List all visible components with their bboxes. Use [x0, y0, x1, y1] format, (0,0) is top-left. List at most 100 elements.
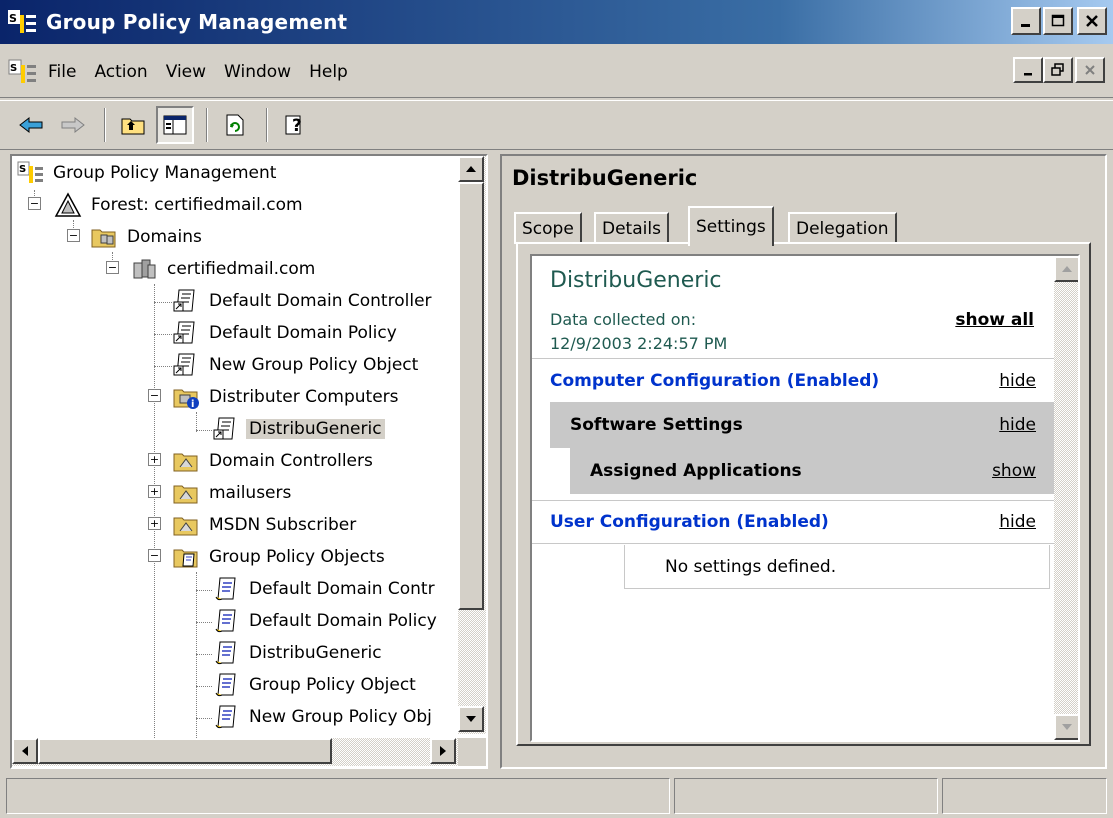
- toolbar-separator: [266, 108, 268, 142]
- tree-item-ou-distributer[interactable]: i Distributer Computers: [172, 382, 402, 412]
- software-settings-hide-link[interactable]: hide: [999, 415, 1036, 435]
- tree-item-gpo[interactable]: DistribuGeneric: [212, 638, 385, 668]
- tree-item-root[interactable]: S Group Policy Management: [16, 158, 279, 188]
- collapse-toggle[interactable]: −: [148, 389, 161, 402]
- tab-details[interactable]: Details: [594, 212, 669, 244]
- back-button[interactable]: [12, 106, 50, 144]
- tree-item-ou[interactable]: MSDN Subscriber: [172, 510, 359, 540]
- settings-report: DistribuGeneric Data collected on: 12/9/…: [530, 254, 1080, 742]
- status-panel-secondary: [674, 778, 938, 814]
- expand-toggle[interactable]: +: [148, 517, 161, 530]
- software-settings-section: Software Settings hide: [550, 402, 1054, 448]
- scroll-down-button[interactable]: [458, 706, 484, 732]
- tree-item-selected-gpo-link[interactable]: DistribuGeneric: [212, 414, 385, 444]
- gpo-link-icon: [173, 321, 195, 344]
- expand-toggle[interactable]: +: [148, 485, 161, 498]
- computer-config-hide-link[interactable]: hide: [999, 371, 1036, 391]
- scroll-up-button[interactable]: [458, 156, 484, 182]
- tree-label: Group Policy Management: [53, 163, 277, 183]
- scroll-up-button[interactable]: [1054, 256, 1078, 282]
- domain-icon: [133, 259, 156, 279]
- child-restore-button[interactable]: [1043, 57, 1073, 83]
- menu-window[interactable]: Window: [224, 62, 291, 82]
- group-policy-management-icon: S: [17, 161, 43, 183]
- tree-vertical-scrollbar[interactable]: [458, 156, 486, 734]
- scroll-right-button[interactable]: [430, 738, 456, 764]
- title-bar[interactable]: S Group Policy Management: [0, 0, 1113, 44]
- tree-label: certifiedmail.com: [167, 259, 316, 279]
- menu-view[interactable]: View: [166, 62, 206, 82]
- arrow-down-icon: [1062, 724, 1072, 730]
- menu-help[interactable]: Help: [309, 62, 348, 82]
- collapse-toggle[interactable]: −: [148, 549, 161, 562]
- menu-action[interactable]: Action: [94, 62, 147, 82]
- collapse-toggle[interactable]: −: [28, 197, 41, 210]
- tree-item-ou[interactable]: mailusers: [172, 478, 294, 508]
- domains-folder-icon: [91, 229, 116, 248]
- collapse-toggle[interactable]: −: [106, 261, 119, 274]
- tree-horizontal-scrollbar[interactable]: [12, 738, 458, 766]
- user-config-hide-link[interactable]: hide: [999, 512, 1036, 532]
- group-policy-app-icon: S: [8, 10, 36, 33]
- child-close-button[interactable]: [1075, 57, 1105, 83]
- computer-config-header: Computer Configuration (Enabled): [550, 370, 880, 391]
- scroll-thumb[interactable]: [458, 182, 484, 610]
- minimize-icon: [1021, 24, 1030, 27]
- refresh-button[interactable]: [216, 106, 254, 144]
- collapse-toggle[interactable]: −: [67, 229, 80, 242]
- menu-file[interactable]: File: [48, 62, 76, 82]
- tree-item-gpo-link[interactable]: Default Domain Controller: [172, 286, 435, 316]
- help-button[interactable]: ?: [276, 106, 314, 144]
- show-hide-tree-button[interactable]: [156, 106, 194, 144]
- tree-item-gpo-link[interactable]: Default Domain Policy: [172, 318, 400, 348]
- tree-item-gpo[interactable]: Group Policy Object: [212, 670, 419, 700]
- tree-item-forest[interactable]: Forest: certifiedmail.com: [54, 190, 306, 220]
- assigned-apps-header: Assigned Applications: [590, 461, 802, 481]
- expand-toggle[interactable]: +: [148, 453, 161, 466]
- tree-item-gpo-container[interactable]: Group Policy Objects: [172, 542, 388, 572]
- ou-folder-icon: [173, 453, 198, 472]
- tab-scope[interactable]: Scope: [514, 212, 582, 244]
- scroll-thumb[interactable]: [38, 738, 332, 764]
- status-panel-tertiary: [942, 778, 1107, 814]
- tree-item-gpo-link[interactable]: New Group Policy Object: [172, 350, 421, 380]
- assigned-apps-show-link[interactable]: show: [992, 461, 1036, 481]
- tab-strip: Scope Details Settings Delegation: [514, 206, 1104, 246]
- close-icon: [1085, 65, 1095, 75]
- scroll-down-button[interactable]: [1054, 714, 1078, 740]
- help-icon: ?: [285, 115, 302, 136]
- gpo-scroll-icon: [215, 641, 236, 665]
- gpo-title: DistribuGeneric: [512, 166, 698, 190]
- tree-item-ou[interactable]: Domain Controllers: [172, 446, 376, 476]
- tab-delegation[interactable]: Delegation: [788, 212, 897, 244]
- tree-item-gpo[interactable]: Default Domain Policy: [212, 606, 440, 636]
- assigned-apps-section: Assigned Applications show: [570, 448, 1054, 494]
- forward-button[interactable]: [54, 106, 92, 144]
- ou-folder-icon: [173, 517, 198, 536]
- user-config-section: User Configuration (Enabled) hide: [532, 500, 1054, 544]
- child-minimize-button[interactable]: [1013, 57, 1043, 83]
- forward-icon: [61, 116, 85, 134]
- gpo-scroll-icon: [215, 609, 236, 633]
- report-vertical-scrollbar[interactable]: [1054, 256, 1078, 740]
- computer-config-section: Computer Configuration (Enabled) hide: [532, 358, 1054, 402]
- minimize-button[interactable]: [1011, 7, 1041, 35]
- tab-settings[interactable]: Settings: [688, 206, 774, 246]
- console-doc-icon[interactable]: S: [8, 57, 38, 87]
- scroll-left-button[interactable]: [12, 738, 38, 764]
- tree-item-gpo[interactable]: New Group Policy Obj: [212, 702, 435, 732]
- console-tree[interactable]: S Group Policy Management − Forest: cert…: [10, 154, 488, 769]
- tree-label: Default Domain Contr: [249, 579, 435, 599]
- gpo-container-icon: [173, 549, 198, 568]
- tree-label: MSDN Subscriber: [209, 515, 357, 535]
- close-button[interactable]: [1077, 7, 1107, 35]
- show-all-link[interactable]: show all: [955, 310, 1034, 330]
- tree-item-domain[interactable]: certifiedmail.com: [130, 254, 318, 284]
- maximize-button[interactable]: [1043, 7, 1073, 35]
- ou-folder-icon: [173, 485, 198, 504]
- tree-item-domains[interactable]: Domains: [90, 222, 205, 252]
- up-one-level-button[interactable]: [114, 106, 152, 144]
- back-icon: [19, 116, 43, 134]
- tree-label: Default Domain Policy: [249, 611, 437, 631]
- tree-item-gpo[interactable]: Default Domain Contr: [212, 574, 438, 604]
